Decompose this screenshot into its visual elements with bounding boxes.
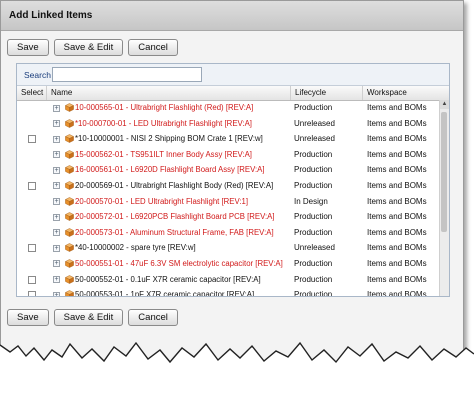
torn-edge-decoration <box>0 341 474 395</box>
